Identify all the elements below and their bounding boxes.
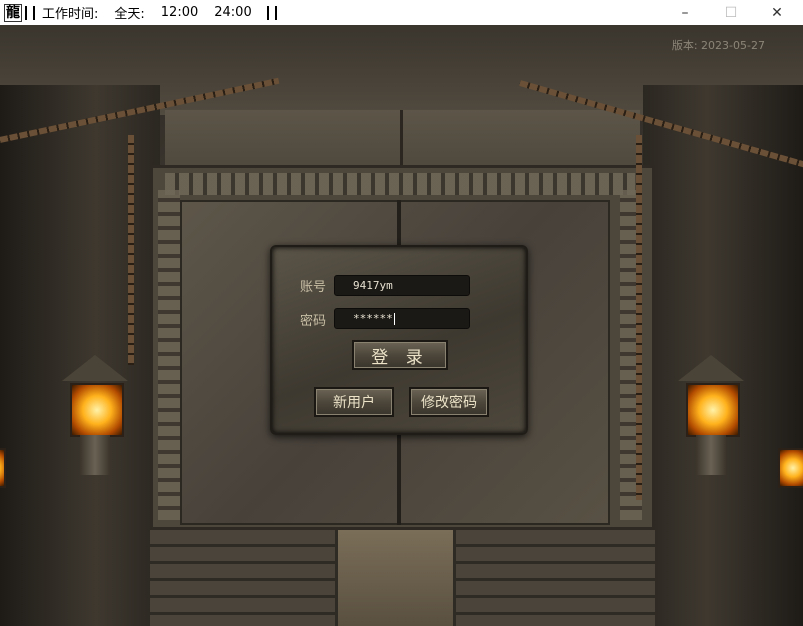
login-button[interactable]: 登 录 <box>352 340 448 370</box>
lantern-far-left <box>0 420 12 540</box>
fire-icon <box>778 448 803 488</box>
login-scene: 版本: 2023-05-27 账号 9417ym 密码 ****** 登 录 新… <box>0 25 803 626</box>
fret-border-top <box>165 173 635 195</box>
login-panel: 账号 9417ym 密码 ****** 登 录 新用户 修改密码 <box>270 245 528 435</box>
chain-hanging-left <box>128 135 134 365</box>
separator <box>274 5 277 20</box>
lantern-post <box>80 435 110 475</box>
account-value: 9417ym <box>353 279 393 292</box>
change-password-button[interactable]: 修改密码 <box>409 387 489 417</box>
work-hours-label: 工作时间: <box>42 7 99 22</box>
lantern-roof <box>62 355 128 381</box>
account-label: 账号 <box>300 280 327 295</box>
lantern-post <box>696 435 726 475</box>
lantern-left <box>62 355 128 475</box>
minimize-button[interactable]: – <box>662 0 708 25</box>
version-label: 版本: 2023-05-27 <box>671 39 765 52</box>
chain-hanging-right <box>636 135 642 500</box>
app-icon: 龍 <box>4 3 22 22</box>
password-value: ****** <box>353 312 393 325</box>
account-field[interactable]: 9417ym <box>334 275 470 296</box>
new-user-button[interactable]: 新用户 <box>314 387 394 417</box>
all-day-label: 全天: <box>114 7 145 22</box>
title-bar: 龍 工作时间: 全天: 12:00 24:00 – ☐ ✕ <box>0 0 803 25</box>
lantern-roof <box>678 355 744 381</box>
password-label: 密码 <box>300 314 327 329</box>
fire-icon <box>70 383 124 437</box>
fire-icon <box>0 448 6 488</box>
close-button[interactable]: ✕ <box>754 0 800 25</box>
separator <box>25 5 27 20</box>
lantern-right <box>678 355 744 475</box>
lantern-far-right <box>772 420 803 540</box>
password-field[interactable]: ****** <box>334 308 470 329</box>
end-time: 24:00 <box>214 5 252 20</box>
separator <box>266 5 269 20</box>
carpet <box>335 530 456 626</box>
fire-icon <box>686 383 740 437</box>
start-time: 12:00 <box>160 5 199 20</box>
maximize-button[interactable]: ☐ <box>708 0 754 25</box>
text-caret <box>393 313 395 325</box>
separator <box>33 5 35 20</box>
fret-border-left <box>158 190 180 520</box>
